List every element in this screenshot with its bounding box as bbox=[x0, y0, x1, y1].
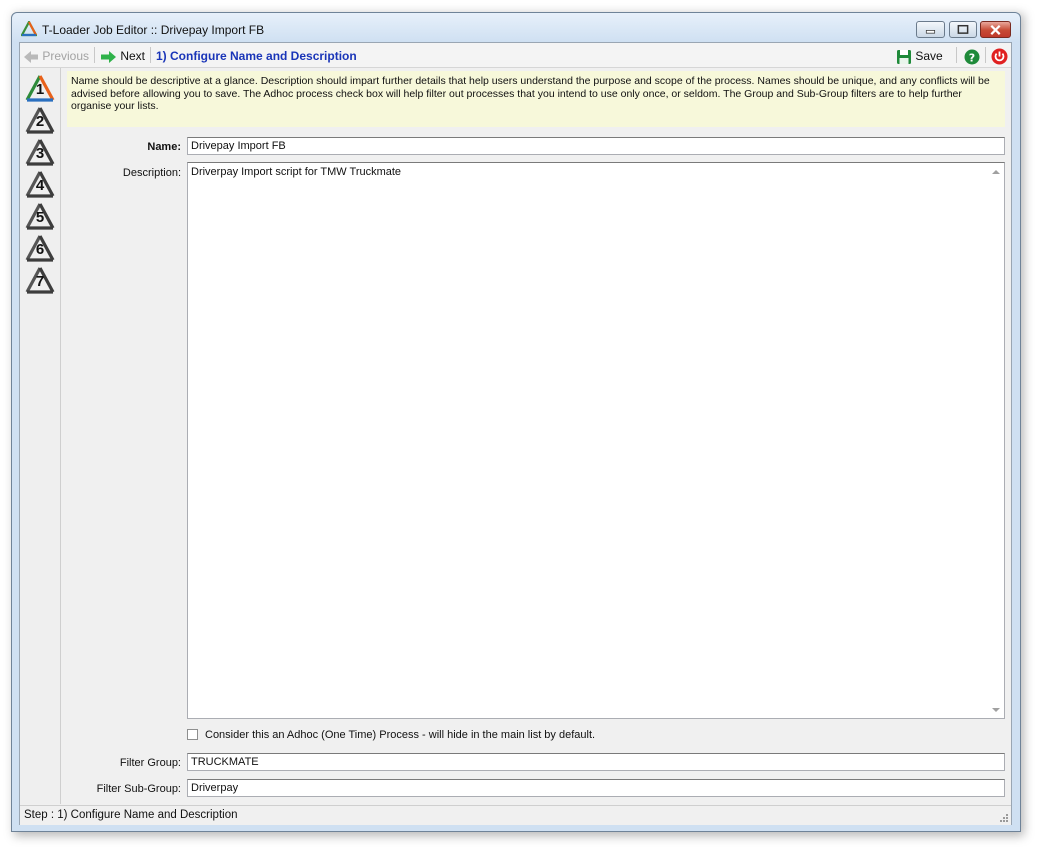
maximize-icon bbox=[957, 24, 969, 34]
floppy-disk-icon bbox=[897, 49, 911, 64]
minimize-button[interactable] bbox=[916, 21, 945, 38]
step-5-button[interactable]: 5 bbox=[24, 201, 56, 231]
name-input[interactable] bbox=[187, 137, 1005, 155]
arrow-right-icon bbox=[101, 50, 116, 63]
description-scrollbar[interactable] bbox=[989, 163, 1004, 718]
filter-group-label: Filter Group: bbox=[119, 757, 181, 769]
step-2-button[interactable]: 2 bbox=[24, 105, 56, 135]
next-label: Next bbox=[120, 49, 146, 63]
description-textarea[interactable]: Driverpay Import script for TMW Truckmat… bbox=[187, 162, 1005, 719]
window-title: T-Loader Job Editor :: Drivepay Import F… bbox=[42, 23, 265, 37]
svg-text:?: ? bbox=[969, 51, 975, 64]
minimize-icon bbox=[925, 29, 936, 34]
step-number: 4 bbox=[35, 177, 45, 194]
status-text: Step : 1) Configure Name and Description bbox=[24, 809, 238, 821]
step-7-button[interactable]: 7 bbox=[24, 265, 56, 295]
step-1-button[interactable]: 1 bbox=[24, 73, 56, 103]
step-title: 1) Configure Name and Description bbox=[156, 49, 357, 63]
next-button[interactable]: Next bbox=[100, 48, 145, 64]
close-button[interactable] bbox=[980, 21, 1011, 38]
description-label: Description: bbox=[122, 167, 181, 179]
help-icon: ? bbox=[964, 49, 980, 65]
editor-window: T-Loader Job Editor :: Drivepay Import F… bbox=[11, 12, 1021, 832]
toolbar-divider bbox=[94, 47, 95, 63]
toolbar: Previous Next 1) Configure Name and Desc… bbox=[20, 43, 1011, 68]
step-4-button[interactable]: 4 bbox=[24, 169, 56, 199]
step-number: 7 bbox=[35, 273, 45, 290]
maximize-button[interactable] bbox=[949, 21, 977, 38]
toolbar-divider bbox=[150, 47, 151, 63]
step-number: 3 bbox=[35, 145, 45, 162]
adhoc-checkbox[interactable] bbox=[187, 729, 198, 740]
save-button[interactable]: Save bbox=[896, 48, 943, 64]
filter-group-input[interactable] bbox=[187, 753, 1005, 771]
title-bar[interactable]: T-Loader Job Editor :: Drivepay Import F… bbox=[12, 13, 1020, 42]
scroll-down-icon[interactable] bbox=[992, 708, 1000, 712]
toolbar-divider bbox=[956, 47, 957, 63]
step-number: 2 bbox=[35, 113, 45, 130]
status-bar: Step : 1) Configure Name and Description bbox=[20, 805, 1011, 825]
step-3-button[interactable]: 3 bbox=[24, 137, 56, 167]
step-navigator: 1 2 3 4 5 6 7 bbox=[20, 68, 61, 804]
filter-subgroup-input[interactable] bbox=[187, 779, 1005, 797]
step-number: 5 bbox=[35, 209, 45, 226]
scroll-up-icon[interactable] bbox=[992, 170, 1000, 174]
previous-button[interactable]: Previous bbox=[23, 48, 89, 64]
exit-button[interactable] bbox=[991, 48, 1008, 65]
help-text-panel: Name should be descriptive at a glance. … bbox=[67, 71, 1005, 127]
arrow-left-icon bbox=[24, 50, 38, 63]
step-number: 6 bbox=[35, 241, 45, 258]
step-6-button[interactable]: 6 bbox=[24, 233, 56, 263]
step-number: 1 bbox=[35, 81, 45, 98]
filter-subgroup-label: Filter Sub-Group: bbox=[96, 783, 181, 795]
power-icon bbox=[991, 48, 1008, 65]
save-label: Save bbox=[915, 49, 943, 63]
resize-grip-icon[interactable] bbox=[999, 813, 1009, 823]
client-area: Previous Next 1) Configure Name and Desc… bbox=[19, 42, 1012, 825]
main-panel: Name should be descriptive at a glance. … bbox=[61, 68, 1011, 804]
help-button[interactable]: ? bbox=[964, 48, 980, 65]
close-icon bbox=[990, 24, 1001, 35]
previous-label: Previous bbox=[42, 49, 90, 63]
adhoc-checkbox-label: Consider this an Adhoc (One Time) Proces… bbox=[205, 729, 596, 741]
app-logo-icon bbox=[21, 21, 37, 37]
name-label: Name: bbox=[147, 141, 181, 153]
toolbar-divider bbox=[985, 47, 986, 63]
